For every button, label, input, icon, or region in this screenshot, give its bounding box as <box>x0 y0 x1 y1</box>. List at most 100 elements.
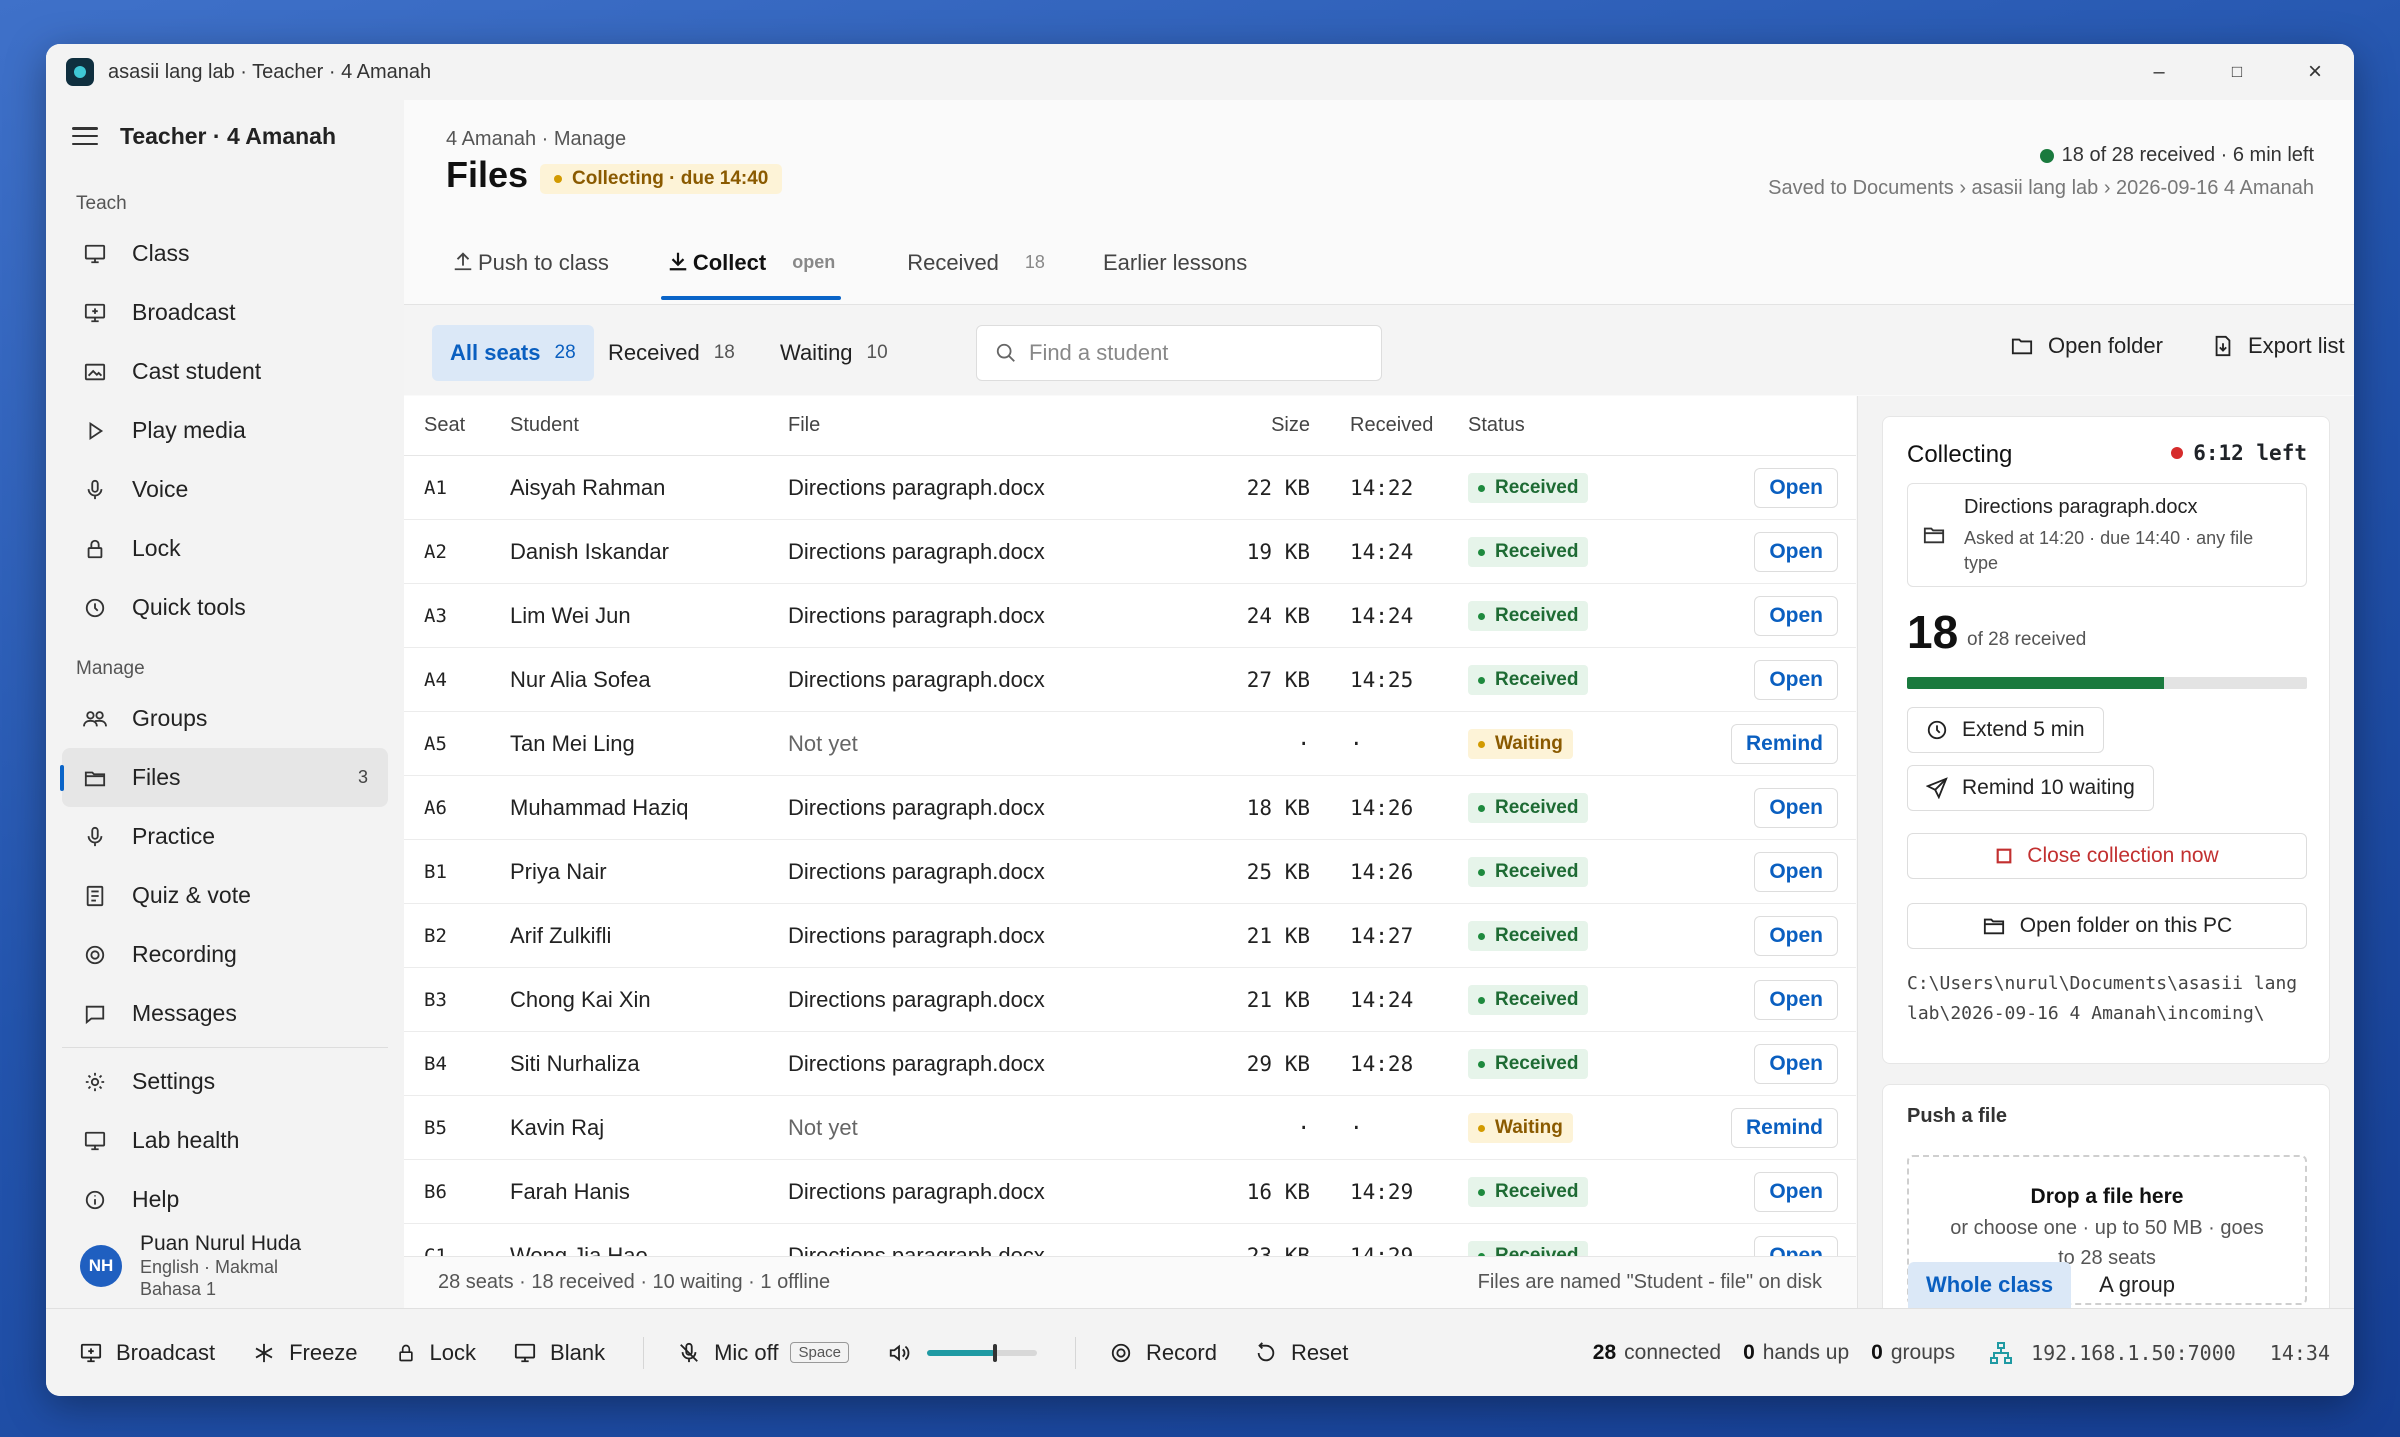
volume-slider[interactable] <box>927 1343 1038 1362</box>
sidebar-item-help[interactable]: Help <box>62 1170 388 1229</box>
sidebar-item-files[interactable]: Files 3 <box>60 748 388 807</box>
sidebar-item-label: Files <box>132 764 181 790</box>
sidebar-item-broadcast[interactable]: Broadcast <box>62 283 388 342</box>
menu-icon[interactable] <box>72 127 98 145</box>
column-header-size[interactable]: Size <box>1188 414 1310 437</box>
remind-waiting-button[interactable]: Remind 10 waiting <box>1907 765 2154 811</box>
column-header-file[interactable]: File <box>788 414 1188 437</box>
status-cell: Received <box>1468 664 1722 696</box>
close-collection-button[interactable]: Close collection now <box>1907 833 2307 879</box>
lock-button[interactable]: Lock <box>396 1340 476 1366</box>
mic-toggle[interactable]: Mic off Space <box>678 1339 850 1366</box>
volume-control[interactable] <box>887 1342 1038 1364</box>
table-row[interactable]: A5 Tan Mei Ling Not yet · · Waiting Remind <box>404 712 1856 776</box>
column-header-received[interactable]: Received <box>1310 414 1468 437</box>
table-row[interactable]: B2 Arif Zulkifli Directions paragraph.docx… <box>404 904 1856 968</box>
search-input[interactable] <box>1029 340 1349 366</box>
reset-icon <box>1255 1341 1277 1364</box>
table-row[interactable]: A3 Lim Wei Jun Directions paragraph.docx 24… <box>404 584 1856 648</box>
open-file-button[interactable]: Open <box>1754 915 1838 956</box>
file-cell[interactable]: Directions paragraph.docx <box>788 1051 1188 1077</box>
table-row[interactable]: B1 Priya Nair Directions paragraph.docx 25 … <box>404 840 1856 904</box>
tab-push-to-class[interactable]: Push to class <box>446 250 615 300</box>
status-text: Waiting <box>1495 1117 1563 1139</box>
status-dot-icon <box>1478 804 1485 812</box>
record-button[interactable]: Record <box>1110 1340 1217 1366</box>
filter-waiting[interactable]: Waiting 10 <box>762 325 906 381</box>
column-header-student[interactable]: Student <box>510 414 788 437</box>
tab-collect[interactable]: Collect open <box>660 250 842 300</box>
sidebar-item-messages[interactable]: Messages <box>62 984 388 1043</box>
table-row[interactable]: A4 Nur Alia Sofea Directions paragraph.doc… <box>404 648 1856 712</box>
sidebar-item-recording[interactable]: Recording <box>62 925 388 984</box>
sidebar-item-quiz-vote[interactable]: Quiz & vote <box>62 866 388 925</box>
file-cell[interactable]: Directions paragraph.docx <box>788 1179 1188 1205</box>
file-cell[interactable]: Directions paragraph.docx <box>788 987 1188 1013</box>
remind-button[interactable]: Remind <box>1730 723 1838 764</box>
reset-button[interactable]: Reset <box>1255 1340 1348 1366</box>
table-row[interactable]: B3 Chong Kai Xin Directions paragraph.docx… <box>404 968 1856 1032</box>
sidebar-item-voice[interactable]: Voice <box>62 460 388 519</box>
blank-button[interactable]: Blank <box>514 1340 605 1366</box>
tab-earlier-lessons[interactable]: Earlier lessons <box>1097 250 1253 300</box>
sidebar-item-play-media[interactable]: Play media <box>62 401 388 460</box>
remind-button[interactable]: Remind <box>1730 1107 1838 1148</box>
sidebar-item-groups[interactable]: Groups <box>62 689 388 748</box>
clock-time: 14:34 <box>2269 1341 2330 1365</box>
student-cell: Priya Nair <box>510 858 607 884</box>
broadcast-button[interactable]: Broadcast <box>80 1340 215 1366</box>
open-file-button[interactable]: Open <box>1754 979 1838 1020</box>
maximize-button[interactable]: □ <box>2198 44 2276 100</box>
column-header-status[interactable]: Status <box>1468 414 1722 437</box>
filter-received[interactable]: Received 18 <box>590 325 753 381</box>
sidebar-item-cast-student[interactable]: Cast student <box>62 342 388 401</box>
open-file-button[interactable]: Open <box>1754 467 1838 508</box>
target-whole-class[interactable]: Whole class <box>1908 1262 2072 1308</box>
student-cell: Kavin Raj <box>510 1114 605 1140</box>
sidebar-item-class[interactable]: Class <box>62 224 388 283</box>
status-badge: Received <box>1468 473 1589 504</box>
close-window-button[interactable]: × <box>2276 44 2354 100</box>
volume-handle[interactable] <box>993 1343 998 1362</box>
open-file-button[interactable]: Open <box>1754 787 1838 828</box>
tab-bar: Push to class Collect open Received 18 E… <box>446 250 1299 300</box>
sidebar-item-lab-health[interactable]: Lab health <box>62 1111 388 1170</box>
open-file-button[interactable]: Open <box>1754 595 1838 636</box>
open-file-button[interactable]: Open <box>1754 851 1838 892</box>
table-row[interactable]: B5 Kavin Raj Not yet · · Waiting Remind <box>404 1096 1856 1160</box>
file-cell[interactable]: Directions paragraph.docx <box>788 667 1188 693</box>
mic-label: Mic off <box>714 1339 779 1365</box>
table-row[interactable]: B6 Farah Hanis Directions paragraph.docx 16… <box>404 1160 1856 1224</box>
open-file-button[interactable]: Open <box>1754 1043 1838 1084</box>
minimize-button[interactable]: – <box>2120 44 2198 100</box>
tab-received[interactable]: Received 18 <box>901 250 1051 300</box>
table-row[interactable]: A1 Aisyah Rahman Directions paragraph.docx… <box>404 456 1856 520</box>
column-header-seat[interactable]: Seat <box>404 414 510 437</box>
open-folder-button[interactable]: Open folder <box>2010 333 2163 359</box>
file-cell[interactable]: Directions paragraph.docx <box>788 603 1188 629</box>
open-file-button[interactable]: Open <box>1754 659 1838 700</box>
sidebar-item-practice[interactable]: Practice <box>62 807 388 866</box>
file-cell[interactable]: Directions paragraph.docx <box>788 475 1188 501</box>
freeze-button[interactable]: Freeze <box>253 1340 358 1366</box>
table-row[interactable]: A6 Muhammad Haziq Directions paragraph.doc… <box>404 776 1856 840</box>
file-cell[interactable]: Directions paragraph.docx <box>788 923 1188 949</box>
open-folder-pc-button[interactable]: Open folder on this PC <box>1907 903 2307 949</box>
sidebar-item-settings[interactable]: Settings <box>62 1052 388 1111</box>
sidebar-item-lock[interactable]: Lock <box>62 519 388 578</box>
table-row[interactable]: A2 Danish Iskandar Directions paragraph.do… <box>404 520 1856 584</box>
extend-button[interactable]: Extend 5 min <box>1907 707 2104 753</box>
open-file-button[interactable]: Open <box>1754 1171 1838 1212</box>
groups-label: groups <box>1890 1341 1956 1364</box>
open-file-button[interactable]: Open <box>1754 531 1838 572</box>
filter-all-seats[interactable]: All seats 28 <box>432 325 594 381</box>
table-row[interactable]: B4 Siti Nurhaliza Directions paragraph.doc… <box>404 1032 1856 1096</box>
student-cell: Tan Mei Ling <box>510 730 635 756</box>
file-cell[interactable]: Directions paragraph.docx <box>788 795 1188 821</box>
file-cell[interactable]: Directions paragraph.docx <box>788 539 1188 565</box>
export-list-button[interactable]: Export list <box>2212 333 2345 359</box>
file-cell[interactable]: Directions paragraph.docx <box>788 859 1188 885</box>
sidebar-item-quick-tools[interactable]: Quick tools <box>62 578 388 637</box>
user-profile[interactable]: NH Puan Nurul Huda English · Makmal Baha… <box>80 1232 301 1300</box>
target-group[interactable]: A group <box>2071 1262 2203 1308</box>
